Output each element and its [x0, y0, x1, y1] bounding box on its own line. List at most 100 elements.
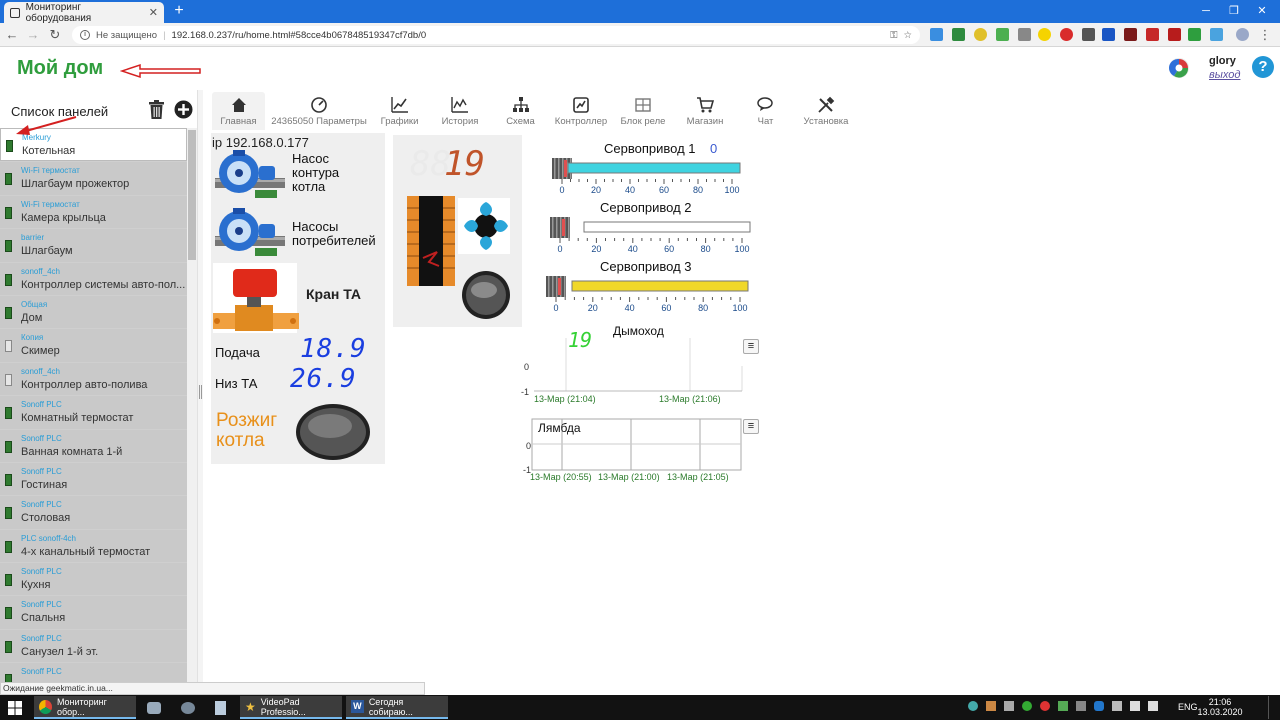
extension-icon[interactable] — [1210, 28, 1223, 41]
servo-tick-label: 0 — [559, 185, 565, 195]
extension-icon[interactable] — [1060, 28, 1073, 41]
minimize-icon[interactable]: ─ — [1192, 2, 1220, 20]
extension-icon[interactable] — [996, 28, 1009, 41]
chart-menu-button[interactable]: ≡ — [743, 339, 759, 354]
extension-icon[interactable] — [1124, 28, 1137, 41]
tray-icon[interactable] — [986, 701, 996, 711]
url-text[interactable]: 192.168.0.237/ru/home.html#58cce4b067848… — [172, 30, 427, 41]
panel-list-item[interactable]: Sonoff PLC — [0, 662, 187, 683]
close-tab-icon[interactable]: ✕ — [149, 6, 158, 19]
tray-icon[interactable] — [1058, 701, 1068, 711]
panel-list-item[interactable]: Sonoff PLC Гостиная — [0, 461, 187, 496]
ignite-button[interactable] — [294, 402, 372, 462]
tab-history[interactable]: История — [426, 92, 494, 130]
extension-icon[interactable] — [1018, 28, 1031, 41]
device-icon — [5, 306, 12, 319]
sidebar-scrollbar-thumb[interactable] — [188, 130, 196, 260]
panel-list-item[interactable]: Sonoff PLC Ванная комната 1-й — [0, 428, 187, 462]
bookmark-star-icon[interactable]: ☆ — [903, 30, 912, 41]
trash-icon[interactable] — [148, 100, 165, 119]
panel-type-label: PLC sonoff-4ch — [21, 533, 76, 543]
panel-list-item[interactable]: Sonoff PLC Столовая — [0, 495, 187, 529]
panel-list-item[interactable]: sonoff_4ch Контроллер авто-полива — [0, 361, 187, 396]
panel-list-item[interactable]: sonoff_4ch Контроллер системы авто-пол... — [0, 261, 187, 295]
tray-icon[interactable] — [1004, 701, 1014, 711]
tab-scheme[interactable]: Схема — [494, 92, 547, 130]
extension-icon[interactable] — [1168, 28, 1181, 41]
extension-icon[interactable] — [974, 28, 987, 41]
taskbar-app[interactable] — [142, 696, 166, 719]
notification-icon[interactable] — [1268, 696, 1280, 719]
tab-controller[interactable]: Контроллер — [547, 92, 615, 130]
extension-icon[interactable] — [1146, 28, 1159, 41]
tab-relay-block[interactable]: Блок реле — [615, 92, 671, 130]
tray-icon[interactable] — [1112, 701, 1122, 711]
profile-avatar-icon[interactable] — [1236, 28, 1249, 41]
panel-list-item[interactable]: Sonoff PLC Кухня — [0, 562, 187, 596]
tray-icon[interactable] — [1022, 701, 1032, 711]
tab-label: 24365050 Параметры — [271, 116, 367, 127]
browser-tab[interactable]: Мониторинг оборудования ✕ — [4, 2, 164, 24]
panel-list-item[interactable]: Wi-Fi термостат Камера крыльца — [0, 194, 187, 229]
extension-icon[interactable] — [1038, 28, 1051, 41]
panel-list-item[interactable]: Общая Дом — [0, 294, 187, 329]
logout-link[interactable]: выход — [1209, 69, 1240, 81]
taskbar-app[interactable] — [210, 696, 231, 719]
reload-icon[interactable]: ↻ — [46, 26, 64, 44]
tab-shop[interactable]: Магазин — [671, 92, 739, 130]
extension-icon[interactable] — [1102, 28, 1115, 41]
windows-start-icon[interactable] — [8, 701, 22, 715]
sidebar-splitter[interactable] — [197, 90, 203, 683]
info-icon[interactable]: i — [80, 30, 90, 40]
taskbar-clock[interactable]: 21:06 13.03.2020 — [1195, 697, 1245, 717]
user-avatar-icon[interactable] — [1168, 57, 1190, 79]
tab-home[interactable]: Главная — [212, 92, 265, 130]
window-close-icon[interactable]: ✕ — [1248, 2, 1276, 20]
panel-list-item[interactable]: Sonoff PLC Санузел 1-й эт. — [0, 628, 187, 663]
tray-icon[interactable] — [1076, 701, 1086, 711]
forward-icon[interactable]: → — [24, 26, 42, 44]
volume-icon[interactable] — [1148, 701, 1158, 711]
new-tab-button[interactable]: + — [170, 2, 188, 20]
chart-menu-button[interactable]: ≡ — [743, 419, 759, 434]
network-icon[interactable] — [1130, 701, 1140, 711]
servo-title: Сервопривод 1 — [604, 141, 696, 156]
pump-icon[interactable] — [215, 206, 285, 261]
taskbar-chrome[interactable]: Мониторинг обор... — [34, 696, 136, 719]
tray-icon[interactable] — [968, 701, 978, 711]
panel-list-item[interactable]: Sonoff PLC Спальня — [0, 595, 187, 629]
address-bar[interactable]: i Не защищено | 192.168.0.237/ru/home.ht… — [72, 26, 920, 44]
panel-list-item[interactable]: Sonoff PLC Комнатный термостат — [0, 395, 187, 429]
add-panel-icon[interactable] — [174, 100, 193, 119]
not-secure-label: Не защищено — [96, 29, 158, 41]
extension-icon[interactable] — [1082, 28, 1095, 41]
back-icon[interactable]: ← — [3, 26, 21, 44]
servo-tick-label: 20 — [590, 185, 601, 195]
bluetooth-icon[interactable] — [1094, 701, 1104, 711]
app-logo[interactable]: Мой дом — [17, 57, 103, 80]
valve-icon[interactable] — [213, 265, 299, 333]
taskbar-app[interactable] — [176, 696, 200, 719]
pump-icon[interactable] — [215, 148, 285, 203]
taskbar-word[interactable]: W Сегодня собираю... — [346, 696, 448, 719]
tab-settings[interactable]: Установка — [792, 92, 860, 130]
key-icon[interactable]: ⚿ — [890, 30, 897, 41]
tray-icon[interactable] — [1040, 701, 1050, 711]
stove-button[interactable] — [460, 270, 512, 320]
extension-icon[interactable] — [930, 28, 943, 41]
tab-parameters[interactable]: 24365050 Параметры — [265, 92, 373, 130]
panel-list-item[interactable]: barrier Шлагбаум — [0, 228, 187, 262]
browser-menu-icon[interactable]: ⋮ — [1256, 26, 1274, 44]
panel-list-item[interactable]: Копия Скимер — [0, 328, 187, 362]
fan-icon[interactable] — [458, 198, 510, 254]
taskbar-videopad[interactable]: ★ VideoPad Professio... — [240, 696, 342, 719]
extension-icon[interactable] — [952, 28, 965, 41]
tab-graphs[interactable]: Графики — [373, 92, 426, 130]
panel-list-item[interactable]: Wi-Fi термостат Шлагбаум прожектор — [0, 161, 187, 195]
maximize-icon[interactable]: ❐ — [1220, 2, 1248, 20]
help-button[interactable]: ? — [1252, 56, 1274, 78]
tab-chat[interactable]: Чат — [739, 92, 792, 130]
panel-type-label: Копия — [21, 333, 44, 343]
panel-list-item[interactable]: PLC sonoff-4ch 4-х канальный термостат — [0, 528, 187, 563]
extension-icon[interactable] — [1188, 28, 1201, 41]
